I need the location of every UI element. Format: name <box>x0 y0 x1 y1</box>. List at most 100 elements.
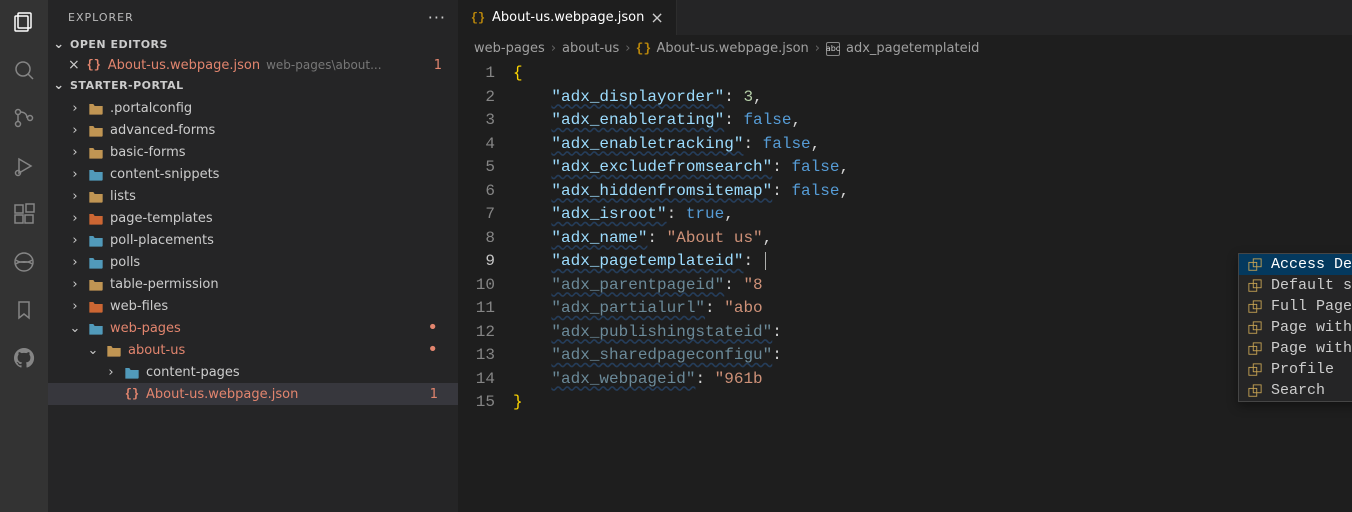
tree-item-label: .portalconfig <box>110 101 192 116</box>
code-content[interactable]: { "adx_displayorder": 3, "adx_enablerati… <box>513 62 1352 512</box>
enum-icon <box>1247 278 1263 294</box>
remote-icon[interactable] <box>12 250 36 274</box>
enum-icon <box>1247 320 1263 336</box>
tree-folder-item[interactable]: ›lists <box>48 185 458 207</box>
tree-folder-item[interactable]: › polls <box>48 251 458 273</box>
chevron-right-icon: › <box>68 145 82 160</box>
chevron-right-icon: › <box>68 255 82 270</box>
chevron-down-icon: ⌄ <box>68 321 82 336</box>
intellisense-popup[interactable]: Access Denied Default studio template Full… <box>1238 253 1352 402</box>
folder-icon <box>88 166 104 182</box>
breadcrumb-item[interactable]: web-pages <box>474 41 545 56</box>
modified-dot-icon: • <box>427 346 438 354</box>
folder-icon <box>88 100 104 116</box>
tree-item-label: basic-forms <box>110 145 186 160</box>
suggest-label: Page with title <box>1271 340 1352 357</box>
enum-icon <box>1247 362 1263 378</box>
chevron-right-icon: › <box>68 233 82 248</box>
tree-folder-item[interactable]: ›table-permission <box>48 273 458 295</box>
chevron-right-icon: › <box>68 299 82 314</box>
source-control-icon[interactable] <box>12 106 36 130</box>
open-editor-path: web-pages\about... <box>266 58 381 72</box>
suggest-item[interactable]: Default studio template <box>1239 275 1352 296</box>
tree-folder-item[interactable]: › web-files <box>48 295 458 317</box>
enum-icon <box>1247 299 1263 315</box>
breadcrumb-item[interactable]: about-us <box>562 41 619 56</box>
chevron-down-icon: ⌄ <box>86 343 100 358</box>
open-editors-header[interactable]: ⌄ OPEN EDITORS <box>48 35 458 54</box>
enum-icon <box>1247 383 1263 399</box>
tree-folder-item[interactable]: ⌄about-us• <box>48 339 458 361</box>
suggest-item[interactable]: Page with child links <box>1239 317 1352 338</box>
close-icon[interactable]: × <box>650 8 663 27</box>
folder-icon <box>88 210 104 226</box>
json-file-icon: {} <box>124 386 140 402</box>
tree-folder-item[interactable]: ›content-pages <box>48 361 458 383</box>
tab-active[interactable]: {} About-us.webpage.json × <box>458 0 677 35</box>
chevron-right-icon: › <box>551 41 556 56</box>
tree-folder-item[interactable]: › .portalconfig <box>48 97 458 119</box>
editor-tabs: {} About-us.webpage.json × <box>458 0 1352 35</box>
editor: {} About-us.webpage.json × web-pages › a… <box>458 0 1352 512</box>
suggest-item[interactable]: Search <box>1239 380 1352 401</box>
tree-item-label: web-files <box>110 299 168 314</box>
tree-item-label: poll-placements <box>110 233 214 248</box>
json-file-icon: {} <box>470 10 486 26</box>
folder-icon <box>88 188 104 204</box>
json-file-icon: {} <box>86 57 102 73</box>
tree-item-label: web-pages <box>110 321 181 336</box>
tree-folder-item[interactable]: ›page-templates <box>48 207 458 229</box>
folder-icon <box>88 122 104 138</box>
chevron-right-icon: › <box>68 167 82 182</box>
folder-icon <box>88 232 104 248</box>
chevron-right-icon: › <box>68 101 82 116</box>
tree-item-label: table-permission <box>110 277 219 292</box>
tree-folder-item[interactable]: › content-snippets <box>48 163 458 185</box>
sidebar-title: EXPLORER <box>68 11 134 24</box>
tree-folder-item[interactable]: ›advanced-forms <box>48 119 458 141</box>
activity-bar <box>0 0 48 512</box>
chevron-right-icon: › <box>104 365 118 380</box>
tree-folder-item[interactable]: ⌄ web-pages • <box>48 317 458 339</box>
suggest-label: Access Denied <box>1271 256 1352 273</box>
suggest-item[interactable]: Profile <box>1239 359 1352 380</box>
suggest-item[interactable]: Access Denied <box>1239 254 1352 275</box>
suggest-label: Search <box>1271 382 1325 399</box>
explorer-icon[interactable] <box>12 10 36 34</box>
suggest-label: Default studio template <box>1271 277 1352 294</box>
chevron-right-icon: › <box>68 189 82 204</box>
tree-folder-item[interactable]: › basic-forms <box>48 141 458 163</box>
extensions-icon[interactable] <box>12 202 36 226</box>
close-icon[interactable]: × <box>68 57 80 73</box>
tree-file-item[interactable]: {} About-us.webpage.json 1 <box>48 383 458 405</box>
run-debug-icon[interactable] <box>12 154 36 178</box>
string-icon: abc <box>826 42 840 56</box>
tree-item-label: About-us.webpage.json <box>146 387 298 402</box>
breadcrumb-item[interactable]: About-us.webpage.json <box>656 41 808 56</box>
search-icon[interactable] <box>12 58 36 82</box>
tree-item-label: advanced-forms <box>110 123 215 138</box>
breadcrumb-item[interactable]: adx_pagetemplateid <box>846 41 979 56</box>
breadcrumb[interactable]: web-pages › about-us › {} About-us.webpa… <box>458 35 1352 62</box>
suggest-item[interactable]: Full Page <box>1239 296 1352 317</box>
code-area[interactable]: 123456789101112131415 { "adx_displayorde… <box>458 62 1352 512</box>
tree-item-label: content-snippets <box>110 167 219 182</box>
project-header[interactable]: ⌄ STARTER-PORTAL <box>48 76 458 95</box>
suggest-label: Full Page <box>1271 298 1352 315</box>
tree-item-label: polls <box>110 255 140 270</box>
enum-icon <box>1247 341 1263 357</box>
modified-dot-icon: • <box>427 324 438 332</box>
chevron-right-icon: › <box>625 41 630 56</box>
github-icon[interactable] <box>12 346 36 370</box>
sidebar-more-icon[interactable]: ··· <box>428 8 446 27</box>
file-tree: ›.portalconfig›advanced-forms›basic-form… <box>48 95 458 407</box>
error-badge: 1 <box>430 387 438 402</box>
open-editor-item[interactable]: × {} About-us.webpage.json web-pages\abo… <box>48 54 458 76</box>
open-editors-title: OPEN EDITORS <box>70 38 168 51</box>
suggest-label: Profile <box>1271 361 1334 378</box>
tree-folder-item[interactable]: › poll-placements <box>48 229 458 251</box>
bookmark-icon[interactable] <box>12 298 36 322</box>
folder-icon <box>124 364 140 380</box>
suggest-item[interactable]: Page with title <box>1239 338 1352 359</box>
project-title: STARTER-PORTAL <box>70 79 184 92</box>
